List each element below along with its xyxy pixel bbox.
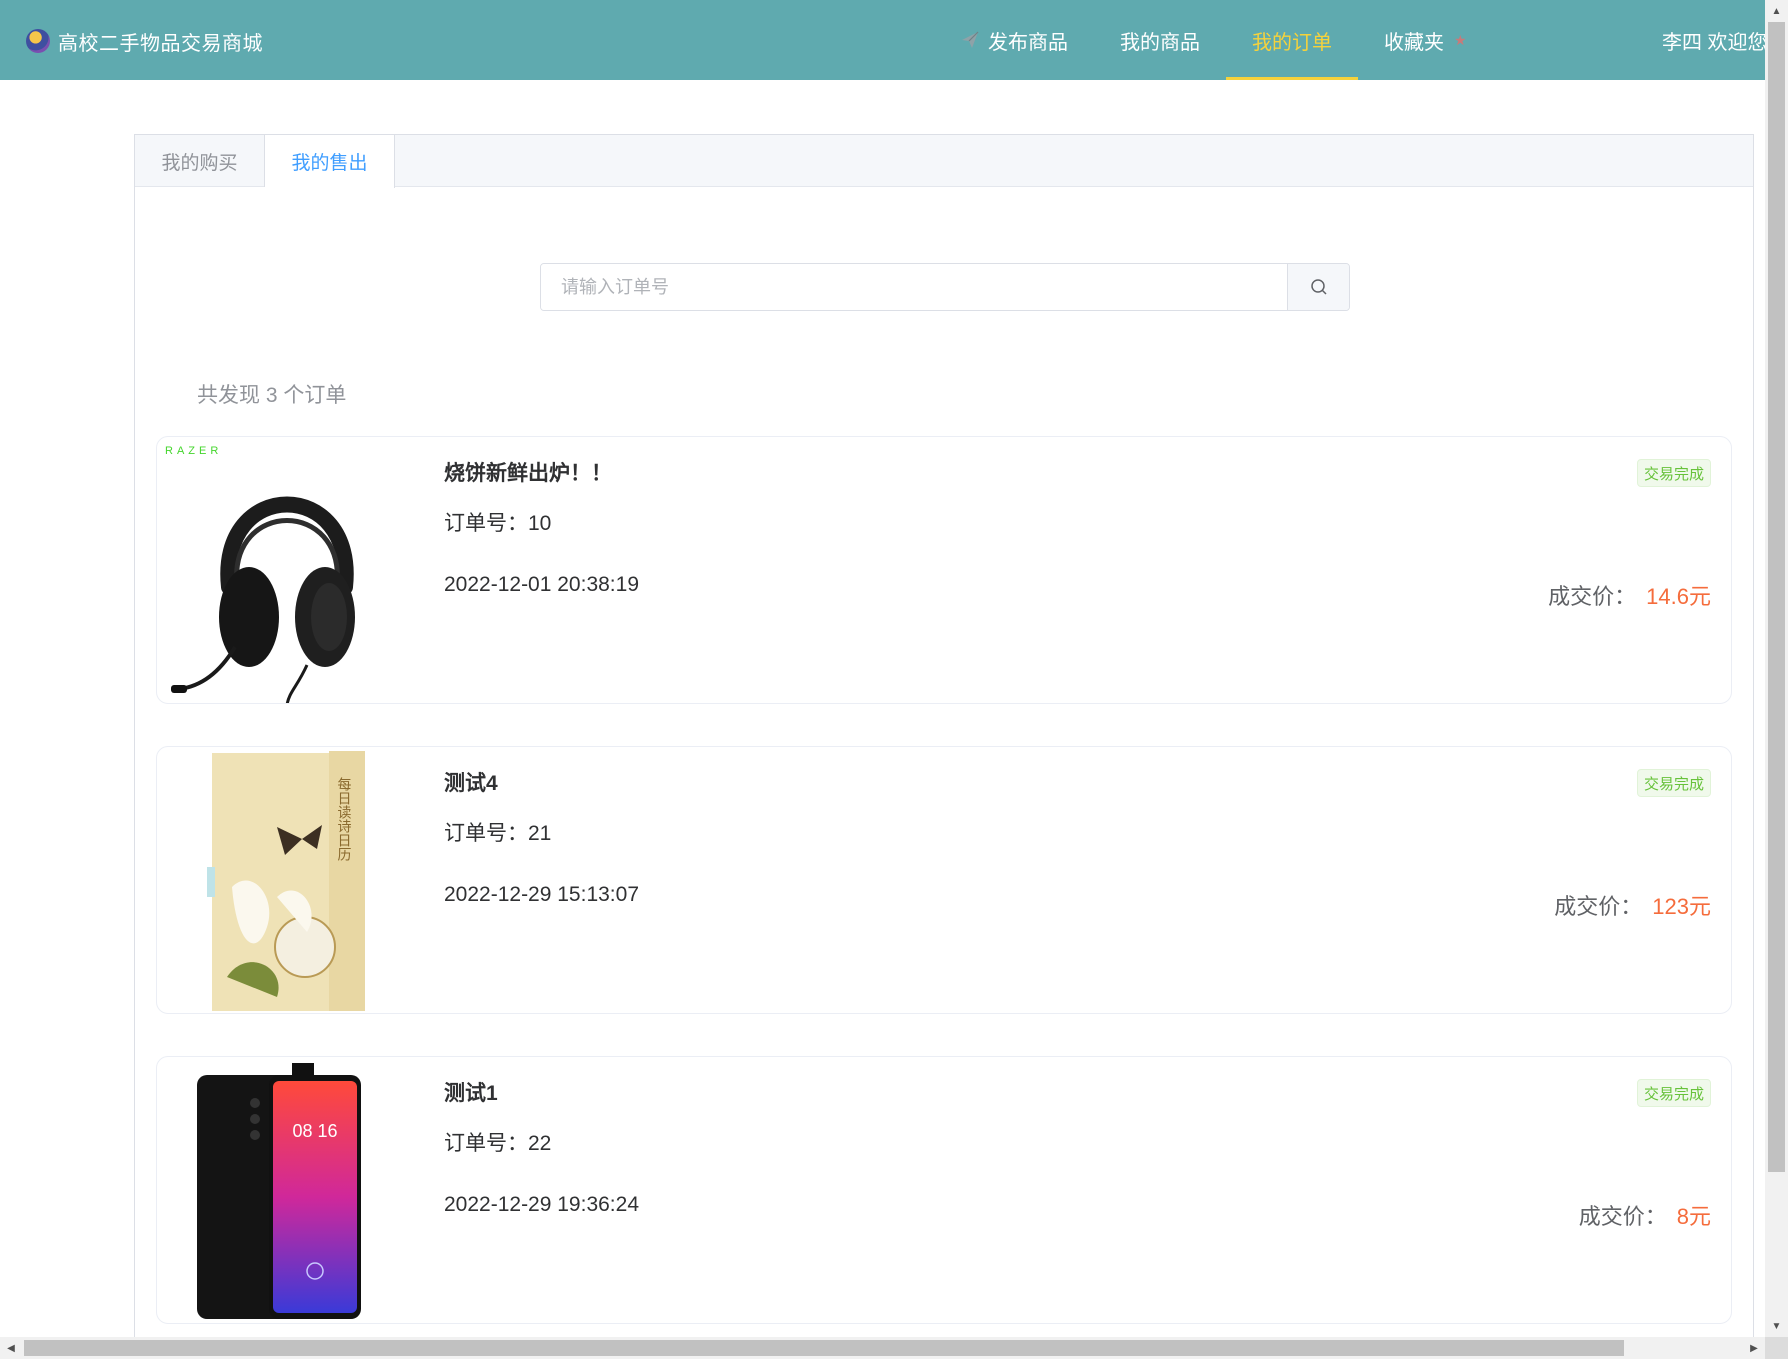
scroll-up-arrow-icon[interactable]: ▲ <box>1765 0 1788 22</box>
horizontal-scrollbar[interactable]: ◀ ▶ <box>0 1337 1765 1359</box>
nav-my-orders-label: 我的订单 <box>1252 31 1332 54</box>
brand[interactable]: 高校二手物品交易商城 <box>26 26 263 56</box>
book-title-text: 每日读诗日历 <box>336 777 352 862</box>
vertical-scroll-thumb[interactable] <box>1768 22 1785 1172</box>
scroll-right-arrow-icon[interactable]: ▶ <box>1743 1337 1765 1359</box>
order-number: 订单号：21 <box>444 822 552 845</box>
top-navbar: 高校二手物品交易商城 发布商品 我的商品 我的订单 收藏夹 ★ 李四 欢迎您 <box>0 0 1765 80</box>
order-price: 成交价： 8元 <box>1579 1199 1711 1231</box>
price-label: 成交价： <box>1578 1204 1667 1229</box>
vertical-scrollbar[interactable]: ▲ ▼ <box>1765 0 1788 1337</box>
nav-my-products-label: 我的商品 <box>1120 31 1200 54</box>
razer-logo-text: RAZER <box>165 445 222 457</box>
scroll-left-arrow-icon[interactable]: ◀ <box>0 1337 22 1359</box>
scrollbar-corner <box>1765 1337 1788 1359</box>
nav-my-products[interactable]: 我的商品 <box>1094 0 1226 80</box>
scroll-down-arrow-icon[interactable]: ▼ <box>1765 1315 1788 1337</box>
order-number: 订单号：22 <box>444 1132 552 1155</box>
tab-my-sales[interactable]: 我的售出 <box>265 135 395 188</box>
status-badge: 交易完成 <box>1636 459 1711 487</box>
nav-my-orders[interactable]: 我的订单 <box>1226 0 1358 80</box>
nav-publish-label: 发布商品 <box>988 31 1068 54</box>
headphones-image: RAZER <box>165 445 355 703</box>
order-card[interactable]: 每日读诗日历 测试4 订单号：21 2022-12-29 15:13:07 交易… <box>156 746 1732 1014</box>
order-time: 2022-12-29 15:13:07 <box>444 883 639 906</box>
nav-favorites[interactable]: 收藏夹 ★ <box>1358 0 1493 80</box>
nav-favorites-label: 收藏夹 <box>1384 31 1444 54</box>
order-price: 成交价： 123元 <box>1554 889 1711 921</box>
star-icon: ★ <box>1454 31 1467 48</box>
price-value: 14.6元 <box>1646 584 1711 609</box>
main-nav: 发布商品 我的商品 我的订单 收藏夹 ★ <box>934 0 1493 80</box>
smartphone-image: 08 16 <box>197 1063 361 1319</box>
brand-title: 高校二手物品交易商城 <box>58 32 263 55</box>
order-card[interactable]: 08 16 测试1 订单号：22 2022-12-29 19:36:24 交易完… <box>156 1056 1732 1324</box>
order-title[interactable]: 测试4 <box>444 767 498 797</box>
order-price: 成交价： 14.6元 <box>1548 579 1711 611</box>
status-badge: 交易完成 <box>1636 1079 1711 1107</box>
status-badge: 交易完成 <box>1636 769 1711 797</box>
order-card[interactable]: RAZER 烧饼新鲜出炉！！ 订单号：10 2022-12-01 20:38:1… <box>156 436 1732 704</box>
paper-plane-icon <box>962 31 979 48</box>
price-value: 8元 <box>1676 1204 1711 1229</box>
order-number-input[interactable] <box>541 264 1287 310</box>
order-title[interactable]: 测试1 <box>444 1077 498 1107</box>
orders-panel: 我的购买 我的售出 共发现 3 个订单 RAZER <box>134 134 1754 1337</box>
tab-my-purchases[interactable]: 我的购买 <box>135 135 265 187</box>
brand-logo-icon <box>26 29 50 53</box>
order-time: 2022-12-29 19:36:24 <box>444 1193 639 1216</box>
price-label: 成交价： <box>1548 584 1637 609</box>
search-icon <box>1310 279 1327 295</box>
page: 高校二手物品交易商城 发布商品 我的商品 我的订单 收藏夹 ★ 李四 欢迎您 我… <box>0 0 1765 1337</box>
order-search <box>540 263 1350 311</box>
order-number: 订单号：10 <box>444 512 552 535</box>
price-label: 成交价： <box>1554 894 1643 919</box>
phone-clock-text: 08 16 <box>292 1121 337 1141</box>
price-value: 123元 <box>1652 894 1711 919</box>
horizontal-scroll-thumb[interactable] <box>24 1340 1624 1356</box>
nav-publish-product[interactable]: 发布商品 <box>934 0 1094 80</box>
user-welcome[interactable]: 李四 欢迎您 <box>1662 26 1765 55</box>
poetry-calendar-book-image: 每日读诗日历 <box>207 751 365 1011</box>
order-count: 共发现 3 个订单 <box>197 384 347 407</box>
order-time: 2022-12-01 20:38:19 <box>444 573 639 596</box>
search-button[interactable] <box>1287 264 1349 310</box>
order-title[interactable]: 烧饼新鲜出炉！！ <box>444 457 612 487</box>
order-tabs: 我的购买 我的售出 <box>135 135 1753 188</box>
